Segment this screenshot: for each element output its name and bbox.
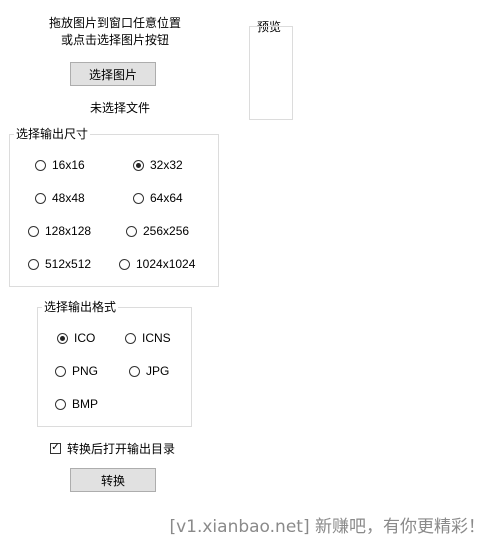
- instructions: 拖放图片到窗口任意位置 或点击选择图片按钮: [30, 15, 200, 49]
- radio-size-64x64[interactable]: 64x64: [133, 190, 183, 206]
- radio-size-48x48[interactable]: 48x48: [35, 190, 85, 206]
- radio-size-256x256[interactable]: 256x256: [126, 223, 189, 239]
- radio-label: ICO: [74, 331, 96, 345]
- radio-format-bmp[interactable]: BMP: [55, 396, 98, 412]
- radio-size-16x16[interactable]: 16x16: [35, 157, 85, 173]
- radio-circle-icon: [55, 398, 66, 410]
- radio-label: JPG: [146, 364, 170, 378]
- convert-button[interactable]: 转换: [70, 468, 156, 492]
- radio-label: 256x256: [143, 224, 190, 238]
- watermark-text: [v1.xianbao.net] 新赚吧，有你更精彩！: [169, 517, 485, 537]
- radio-circle-icon: [35, 192, 46, 204]
- radio-circle-icon: [133, 192, 144, 204]
- radio-label: ICNS: [142, 331, 171, 345]
- radio-label: 1024x1024: [136, 257, 196, 271]
- checkmark-icon: ✓: [50, 442, 61, 454]
- radio-selected-icon: [133, 159, 144, 171]
- radio-circle-icon: [28, 258, 39, 270]
- preview-box: [249, 26, 293, 120]
- radio-format-icns[interactable]: ICNS: [125, 330, 171, 346]
- radio-label: 16x16: [52, 158, 85, 172]
- instruction-line-2: 或点击选择图片按钮: [60, 33, 169, 47]
- radio-circle-icon: [55, 365, 66, 377]
- radio-size-1024x1024[interactable]: 1024x1024: [119, 256, 195, 272]
- radio-label: 64x64: [150, 191, 183, 205]
- instruction-line-1: 拖放图片到窗口任意位置: [48, 16, 181, 30]
- radio-selected-icon: [57, 332, 68, 344]
- radio-circle-icon: [129, 365, 140, 377]
- radio-label: BMP: [72, 397, 99, 411]
- radio-circle-icon: [35, 159, 46, 171]
- radio-size-32x32[interactable]: 32x32: [133, 157, 183, 173]
- radio-size-128x128[interactable]: 128x128: [28, 223, 91, 239]
- radio-label: 32x32: [150, 158, 183, 172]
- radio-format-ico[interactable]: ICO: [57, 330, 95, 346]
- radio-label: 128x128: [45, 224, 92, 238]
- output-size-title: 选择输出尺寸: [14, 127, 91, 141]
- radio-circle-icon: [125, 332, 136, 344]
- radio-label: 48x48: [52, 191, 85, 205]
- radio-label: PNG: [72, 364, 99, 378]
- open-output-folder-checkbox[interactable]: ✓ 转换后打开输出目录: [50, 440, 175, 456]
- file-status-label: 未选择文件: [89, 101, 150, 115]
- radio-label: 512x512: [45, 257, 92, 271]
- radio-circle-icon: [119, 258, 130, 270]
- radio-circle-icon: [126, 225, 137, 237]
- output-format-title: 选择输出格式: [42, 300, 119, 314]
- radio-format-png[interactable]: PNG: [55, 363, 98, 379]
- select-image-button[interactable]: 选择图片: [70, 62, 156, 86]
- checkbox-label: 转换后打开输出目录: [67, 441, 176, 456]
- radio-format-jpg[interactable]: JPG: [129, 363, 169, 379]
- radio-circle-icon: [28, 225, 39, 237]
- radio-size-512x512[interactable]: 512x512: [28, 256, 91, 272]
